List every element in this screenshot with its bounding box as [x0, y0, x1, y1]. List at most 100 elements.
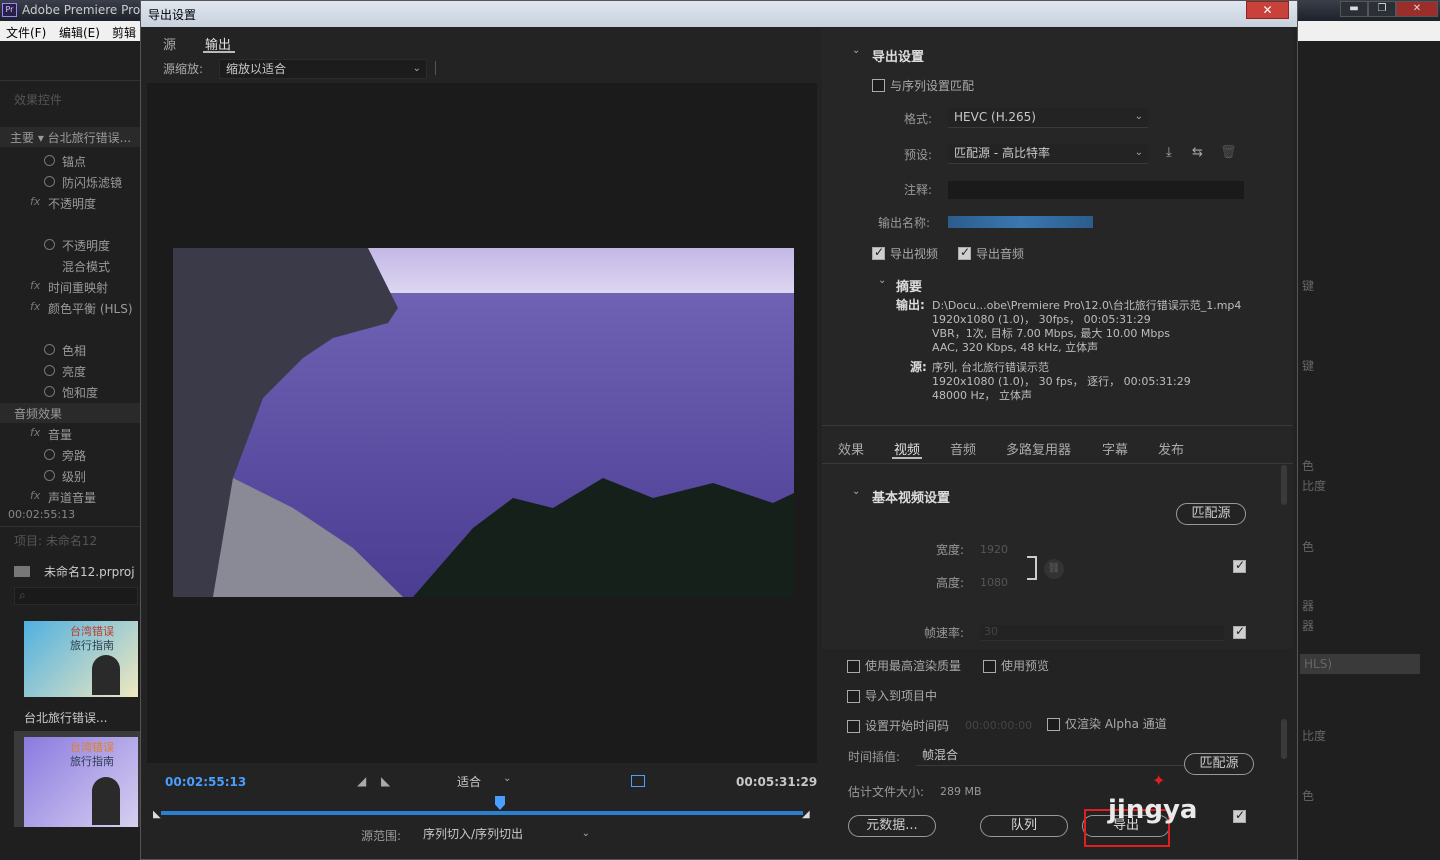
stopwatch-icon[interactable]	[44, 386, 55, 397]
summary-source-label: 源:	[910, 360, 927, 374]
coastal-cliff-image	[173, 248, 794, 597]
preset-dropdown[interactable]: 匹配源 - 高比特率 ⌄	[948, 144, 1148, 164]
clip-thumbnail[interactable]: 台湾错误 旅行指南	[24, 621, 138, 697]
menu-edit[interactable]: 编辑(E)	[59, 24, 100, 41]
format-dropdown[interactable]: HEVC (H.265) ⌄	[948, 108, 1148, 128]
stopwatch-icon[interactable]	[44, 155, 55, 166]
bg-label: HLS)	[1304, 657, 1333, 671]
source-range-dropdown[interactable]: 序列切入/序列切出 ⌄	[417, 825, 595, 845]
output-name-link[interactable]	[948, 216, 1093, 228]
project-search-input[interactable]: ⌕	[14, 587, 138, 605]
stopwatch-icon[interactable]	[44, 365, 55, 376]
tab-audio[interactable]: 音频	[950, 439, 976, 458]
effect-timecode: 00:02:55:13	[8, 508, 76, 521]
use-previews-checkbox[interactable]	[983, 660, 996, 673]
tab-multiplexer[interactable]: 多路复用器	[1006, 439, 1071, 458]
match-dimensions-checkbox[interactable]	[1233, 558, 1246, 573]
set-out-point-icon[interactable]: ◣	[381, 774, 390, 788]
tab-video[interactable]: 视频	[894, 439, 920, 458]
in-marker-icon[interactable]: ◣	[153, 809, 161, 820]
comments-input[interactable]	[948, 181, 1244, 199]
match-source-button[interactable]: 匹配源	[1176, 503, 1246, 525]
effect-controls-tab[interactable]: 效果控件	[14, 91, 62, 108]
estimated-filesize-value: 289 MB	[940, 785, 982, 798]
width-value[interactable]: 1920	[980, 543, 1008, 556]
chevron-down-icon[interactable]: ⌄	[852, 486, 860, 497]
stopwatch-icon[interactable]	[44, 449, 55, 460]
param-label: 旁路	[62, 449, 87, 463]
playhead-icon[interactable]	[495, 796, 505, 810]
maximize-button[interactable]: ❐	[1368, 1, 1396, 17]
fx-icon[interactable]: fx	[30, 300, 40, 313]
clip-thumbnail[interactable]: 台湾错误 旅行指南	[24, 737, 138, 827]
max-render-quality-checkbox[interactable]	[847, 660, 860, 673]
comments-label: 注释:	[904, 183, 933, 197]
save-preset-icon[interactable]: ⤓	[1166, 145, 1172, 160]
tab-source[interactable]: 源	[163, 34, 176, 53]
bg-label: 比度	[1302, 479, 1327, 493]
effect-label: 时间重映射	[48, 281, 109, 295]
minimize-button[interactable]: ▬	[1340, 1, 1368, 17]
fx-icon[interactable]: fx	[30, 426, 40, 439]
chevron-down-icon[interactable]: ⌄	[878, 275, 886, 286]
tab-captions[interactable]: 字幕	[1102, 439, 1128, 458]
fx-icon[interactable]: fx	[30, 195, 40, 208]
stopwatch-icon[interactable]	[44, 176, 55, 187]
match-sequence-label: 与序列设置匹配	[890, 79, 975, 93]
param-label: 亮度	[62, 365, 87, 379]
settings-scrollbar[interactable]	[1281, 465, 1287, 505]
list-item: fx 时间重映射	[0, 277, 142, 297]
render-alpha-only-checkbox[interactable]	[1047, 718, 1060, 731]
delete-preset-icon[interactable]: 🗑	[1220, 145, 1237, 160]
source-scale-dropdown[interactable]: 缩放以适合 ⌄	[219, 59, 427, 79]
menu-file[interactable]: 文件(F)	[6, 24, 46, 41]
menu-clip[interactable]: 剪辑	[112, 24, 136, 41]
preview-pane: 源 输出 源缩放: 缩放以适合 ⌄ 00:02:55:13 ◢ ◣ 适合 ⌄ 0…	[147, 29, 817, 857]
height-value[interactable]: 1080	[980, 576, 1008, 589]
start-timecode-value[interactable]: 00:00:00:00	[965, 719, 1032, 732]
aspect-ratio-correction-icon[interactable]	[631, 775, 645, 787]
chevron-down-icon: ⌄	[581, 828, 590, 839]
tab-effects[interactable]: 效果	[838, 439, 864, 458]
chevron-down-icon[interactable]: ⌄	[852, 45, 860, 56]
folder-icon	[14, 566, 30, 577]
stopwatch-icon[interactable]	[44, 470, 55, 481]
match-source-button-2[interactable]: 匹配源	[1184, 753, 1254, 775]
preset-label: 预设:	[904, 148, 933, 162]
timeline-bar[interactable]	[161, 811, 803, 815]
background-right-panel: 键 键 色 比度 色 器 器 HLS) 比度 色	[1298, 41, 1440, 860]
out-marker-icon[interactable]: ◢	[802, 809, 810, 820]
fit-dropdown[interactable]: 适合 ⌄	[455, 771, 515, 791]
export-video-checkbox[interactable]	[872, 245, 885, 260]
framerate-dropdown[interactable]: 30	[980, 625, 1224, 641]
chain-link-icon[interactable]: ⛓	[1044, 559, 1064, 579]
bg-label: 色	[1302, 540, 1315, 554]
export-video-label: 导出视频	[890, 247, 939, 261]
stopwatch-icon[interactable]	[44, 344, 55, 355]
summary-output-label: 输出:	[896, 298, 925, 312]
project-tab[interactable]: 项目: 未命名12	[14, 532, 97, 549]
options-scrollbar[interactable]	[1281, 719, 1287, 759]
set-in-point-icon[interactable]: ◢	[357, 774, 366, 788]
import-into-project-checkbox[interactable]	[847, 690, 860, 703]
dialog-close-button[interactable]: ✕	[1246, 1, 1289, 19]
import-preset-icon[interactable]: ⇆	[1192, 145, 1203, 160]
list-item: 色相	[0, 340, 142, 360]
tab-publish[interactable]: 发布	[1158, 439, 1184, 458]
bg-label: 键	[1302, 359, 1315, 373]
fx-icon[interactable]: fx	[30, 489, 40, 502]
stopwatch-icon[interactable]	[44, 239, 55, 250]
export-audio-checkbox[interactable]	[958, 245, 971, 260]
master-clip-row: 主要 ▾ 台北旅行错误...	[0, 127, 142, 147]
bottom-checkbox[interactable]	[1233, 808, 1246, 823]
set-start-timecode-checkbox[interactable]	[847, 720, 860, 733]
time-interpolation-dropdown[interactable]: 帧混合	[916, 746, 1186, 766]
match-sequence-checkbox[interactable]	[872, 79, 885, 92]
match-framerate-checkbox[interactable]	[1233, 624, 1246, 639]
metadata-button[interactable]: 元数据...	[848, 815, 936, 837]
export-options: 使用最高渲染质量 使用预览 导入到项目中 设置开始时间码 00:00:00:00…	[822, 649, 1293, 857]
queue-button[interactable]: 队列	[980, 815, 1068, 837]
fx-icon[interactable]: fx	[30, 279, 40, 292]
current-timecode[interactable]: 00:02:55:13	[165, 775, 246, 789]
app-close-button[interactable]: ✕	[1396, 1, 1438, 17]
